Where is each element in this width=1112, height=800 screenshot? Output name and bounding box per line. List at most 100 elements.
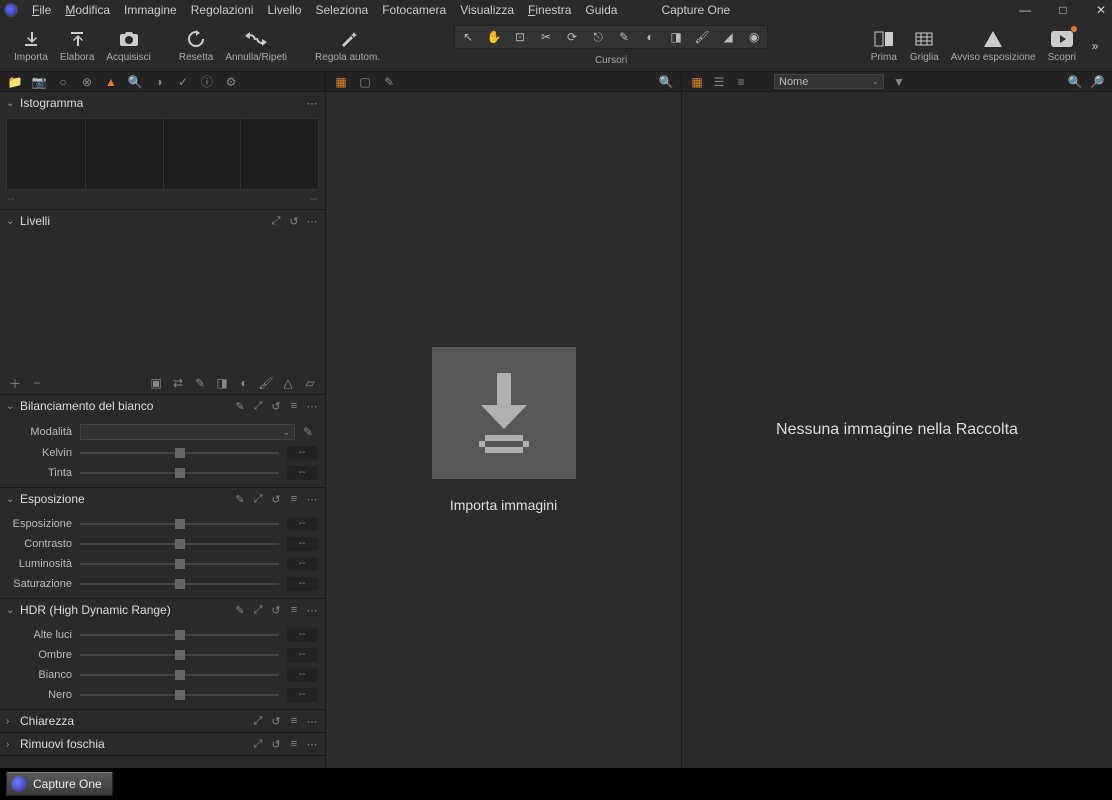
exposure-value[interactable]: -- [287,517,317,531]
brush-icon[interactable]: 🖌 [259,376,273,390]
sort-dropdown[interactable]: Nome ⌄ [774,74,884,89]
view-proof-icon[interactable]: ✎ [382,75,396,89]
edit-icon[interactable]: ✎ [233,603,247,617]
gradient-icon[interactable]: ◨ [215,376,229,390]
crop-tool[interactable]: ✂ [537,28,555,46]
preset-icon[interactable]: ≡ [287,399,301,413]
menu-help[interactable]: Guida [585,3,617,17]
reset-icon[interactable]: ↺ [269,399,283,413]
close-button[interactable]: ✕ [1094,3,1108,17]
menu-image[interactable]: Immagine [124,3,177,17]
expand-icon[interactable]: ⤢ [251,399,265,413]
tab-details-icon[interactable]: 🔍 [128,75,142,89]
contrast-value[interactable]: -- [287,537,317,551]
expand-icon[interactable]: ⤢ [251,714,265,728]
expand-icon[interactable]: ⤢ [251,603,265,617]
brightness-value[interactable]: -- [287,557,317,571]
expand-icon[interactable]: ⤢ [269,214,283,228]
section-menu-icon[interactable]: ⋯ [305,492,319,506]
heal-tool[interactable]: ◐ [641,28,659,46]
browser-list-icon[interactable]: ☰ [712,75,726,89]
shadows-value[interactable]: -- [287,648,317,662]
saturation-value[interactable]: -- [287,577,317,591]
eraser-tool[interactable]: ◨ [667,28,685,46]
process-button[interactable]: Elabora [54,26,100,65]
wb-collapse[interactable]: ⌄ [6,401,16,412]
swap-icon[interactable]: ⇄ [171,376,185,390]
toolbar-overflow-button[interactable]: » [1086,39,1104,53]
expand-icon[interactable]: ⤢ [251,737,265,751]
mask-icon[interactable]: ◐ [237,376,251,390]
auto-levels-icon[interactable]: ▣ [149,376,163,390]
browser-search-icon[interactable]: 🔎 [1090,75,1104,89]
import-tile[interactable] [432,347,576,479]
reset-icon[interactable]: ↺ [269,603,283,617]
edit-icon[interactable]: ✎ [233,492,247,506]
reset-icon[interactable]: ↺ [269,737,283,751]
reset-button[interactable]: Resetta [173,26,219,65]
browser-filmstrip-icon[interactable]: ≡ [734,75,748,89]
dehaze-collapse[interactable]: › [6,739,16,750]
section-menu-icon[interactable]: ⋯ [305,96,319,110]
section-menu-icon[interactable]: ⋯ [305,214,319,228]
add-layer-icon[interactable]: ＋ [8,376,22,390]
eraser-icon[interactable]: △ [281,376,295,390]
tint-slider[interactable] [80,472,279,474]
saturation-slider[interactable] [80,583,279,585]
histogram-collapse[interactable]: ⌄ [6,98,16,109]
pointer-tool[interactable]: ↖ [459,28,477,46]
maximize-button[interactable]: □ [1056,3,1070,17]
tab-capture-icon[interactable]: 📷 [32,75,46,89]
tab-metadata-icon[interactable]: ✓ [176,75,190,89]
taskbar-app-button[interactable]: Capture One [6,772,113,796]
tab-exposure-icon[interactable]: ▲ [104,75,118,89]
rotate-tool[interactable]: ⟳ [563,28,581,46]
auto-adjust-button[interactable]: Regola autom. [309,26,386,65]
blacks-value[interactable]: -- [287,688,317,702]
hand-tool[interactable]: ✋ [485,28,503,46]
fill-icon[interactable]: ▱ [303,376,317,390]
exposure-slider[interactable] [80,523,279,525]
wb-mode-dropdown[interactable]: ⌄ [80,424,295,440]
tab-lens-icon[interactable]: ○ [56,75,70,89]
tab-output-icon[interactable]: ⓘ [200,75,214,89]
viewer-search-icon[interactable]: 🔍 [659,75,673,89]
filter-icon[interactable]: ▼ [892,75,906,89]
menu-camera[interactable]: Fotocamera [382,3,446,17]
section-menu-icon[interactable]: ⋯ [305,737,319,751]
highlights-value[interactable]: -- [287,628,317,642]
brightness-slider[interactable] [80,563,279,565]
minimize-button[interactable]: — [1018,3,1032,17]
edit-icon[interactable]: ✎ [233,399,247,413]
tab-library-icon[interactable]: 📁 [8,75,22,89]
menu-select[interactable]: Seleziona [315,3,368,17]
spot-tool[interactable]: ✎ [615,28,633,46]
section-menu-icon[interactable]: ⋯ [305,603,319,617]
menu-adjustments[interactable]: Regolazioni [191,3,254,17]
exposure-collapse[interactable]: ⌄ [6,494,16,505]
preset-icon[interactable]: ≡ [287,492,301,506]
section-menu-icon[interactable]: ⋯ [305,399,319,413]
before-after-button[interactable]: Prima [864,26,904,65]
menu-edit[interactable]: Modifica [65,3,110,17]
contrast-slider[interactable] [80,543,279,545]
brush-tool[interactable]: 🖌 [693,28,711,46]
wb-picker-icon[interactable]: ✎ [303,425,317,439]
shadows-slider[interactable] [80,654,279,656]
view-grid-icon[interactable]: ▦ [334,75,348,89]
tint-value[interactable]: -- [287,466,317,480]
capture-button[interactable]: Acquisisci [100,26,156,65]
tab-settings-icon[interactable]: ⚙ [224,75,238,89]
import-button[interactable]: Importa [8,26,54,65]
whites-slider[interactable] [80,674,279,676]
preset-icon[interactable]: ≡ [287,737,301,751]
keystone-tool[interactable]: ⎋ [589,28,607,46]
grid-button[interactable]: Griglia [904,26,945,65]
tab-styles-icon[interactable]: ◑ [152,75,166,89]
levels-collapse[interactable]: ⌄ [6,216,16,227]
browser-zoom-icon[interactable]: 🔍 [1068,75,1082,89]
undo-redo-button[interactable]: Annulla/Ripeti [219,26,293,65]
kelvin-value[interactable]: -- [287,446,317,460]
browser-grid-icon[interactable]: ▦ [690,75,704,89]
reset-icon[interactable]: ↺ [287,214,301,228]
